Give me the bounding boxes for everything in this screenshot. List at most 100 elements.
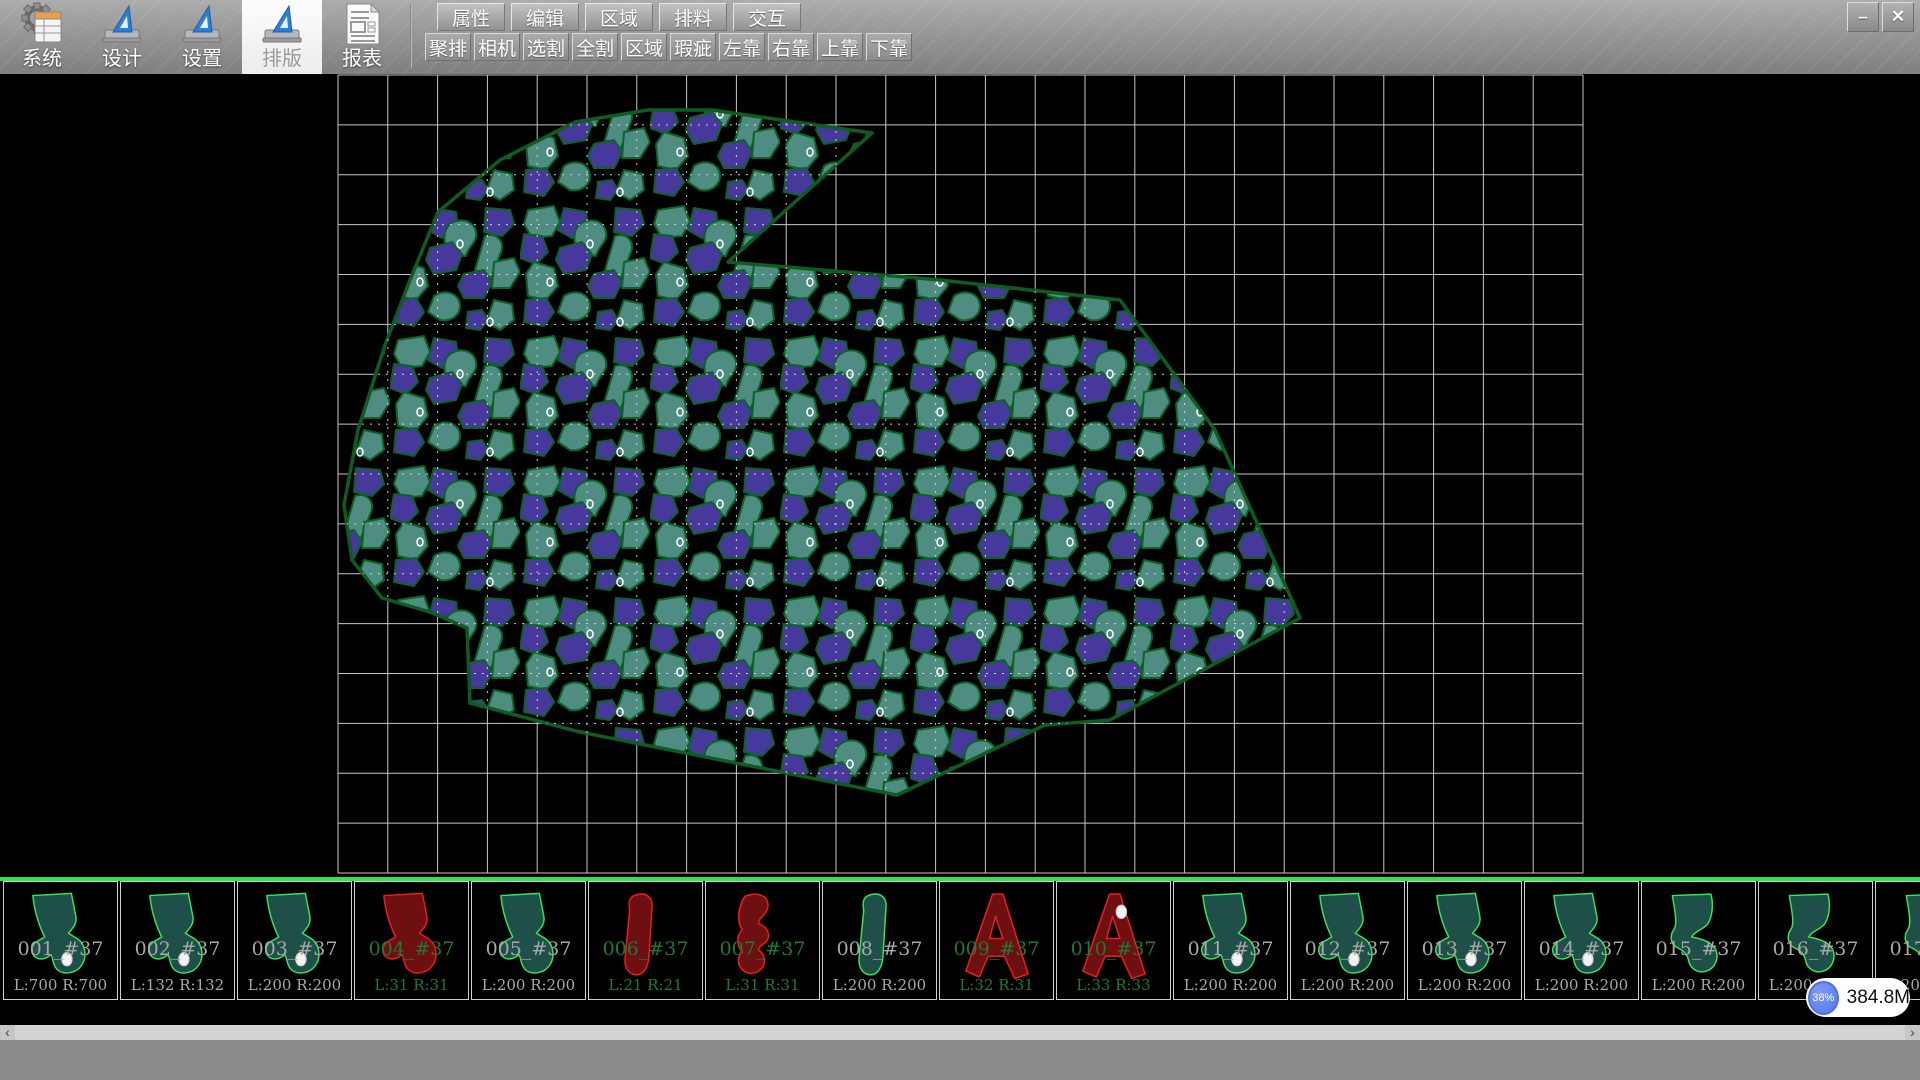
scroll-right-button[interactable]: ›	[1905, 1025, 1920, 1040]
part-outline-ashape	[1077, 890, 1151, 984]
part-id-label: 001_#37	[4, 938, 117, 960]
report-icon	[339, 2, 385, 46]
part-id-label: 014_#37	[1525, 938, 1638, 960]
main-button-design[interactable]: 设计	[82, 0, 162, 74]
part-id-label: 012_#37	[1291, 938, 1404, 960]
status-band	[0, 1040, 1920, 1080]
tool-button-cut-all[interactable]: 全割	[572, 33, 618, 61]
ruler-icon	[179, 2, 225, 46]
part-id-label: 016_#37	[1759, 938, 1872, 960]
tool-button-align-bottom[interactable]: 下靠	[866, 33, 912, 61]
part-outline-cblob	[726, 890, 800, 984]
part-id-label: 002_#37	[121, 938, 234, 960]
part-id-label: 006_#37	[589, 938, 702, 960]
main-button-system[interactable]: 系统	[2, 0, 82, 74]
part-thumbnail-002_#37[interactable]: 002_#37 L:132 R:132	[120, 881, 235, 1000]
nesting-canvas[interactable]	[0, 74, 1920, 877]
part-thumbnail-001_#37[interactable]: 001_#37 L:700 R:700	[3, 881, 118, 1000]
part-outline-boot	[1194, 890, 1268, 984]
part-lr-label: L:33 R:33	[1057, 976, 1170, 994]
part-lr-label: L:700 R:700	[4, 976, 117, 994]
part-thumbnail-004_#37[interactable]: 004_#37 L:31 R:31	[354, 881, 469, 1000]
tool-button-defect[interactable]: 瑕疵	[670, 33, 716, 61]
ruler-icon	[99, 2, 145, 46]
part-id-label: 017_#37	[1876, 938, 1920, 960]
menu-tab-properties[interactable]: 属性	[437, 3, 505, 31]
tool-button-row: 聚排相机选割全割区域瑕疵左靠右靠上靠下靠	[425, 33, 912, 61]
toolbar-divider	[410, 4, 412, 68]
menu-tab-nest[interactable]: 排料	[659, 3, 727, 31]
memory-monitor-pill[interactable]: 38% 384.8M	[1806, 978, 1910, 1017]
part-thumbnail-013_#37[interactable]: 013_#37 L:200 R:200	[1407, 881, 1522, 1000]
part-thumbnail-006_#37[interactable]: 006_#37L:21 R:21	[588, 881, 703, 1000]
part-id-label: 010_#37	[1057, 938, 1170, 960]
main-button-nesting[interactable]: 排版	[242, 0, 322, 74]
part-outline-boot	[24, 890, 98, 984]
memory-value: 384.8M	[1847, 987, 1910, 1009]
part-lr-label: L:200 R:200	[472, 976, 585, 994]
menu-tab-region[interactable]: 区域	[585, 3, 653, 31]
part-thumbnail-003_#37[interactable]: 003_#37L:200 R:200	[237, 881, 352, 1000]
part-thumbnail-008_#37[interactable]: 008_#37 L:200 R:200	[822, 881, 937, 1000]
part-id-label: 009_#37	[940, 938, 1053, 960]
part-lr-label: L:200 R:200	[1408, 976, 1521, 994]
menu-tab-interact[interactable]: 交互	[733, 3, 801, 31]
part-id-label: 005_#37	[472, 938, 585, 960]
part-outline-hook	[1896, 890, 1920, 984]
ribbon-toolbar: 系统 设计 设置 排版 报表 属性编辑区域排料交互 聚排相机选割全割区域瑕疵左靠…	[0, 0, 1920, 74]
part-thumbnail-014_#37[interactable]: 014_#37L:200 R:200	[1524, 881, 1639, 1000]
main-button-label-design: 设计	[102, 46, 142, 72]
menu-tab-edit[interactable]: 编辑	[511, 3, 579, 31]
part-outline-tallblob	[609, 890, 683, 984]
minimize-button[interactable]: –	[1847, 2, 1879, 32]
part-lr-label: L:132 R:132	[121, 976, 234, 994]
part-lr-label: L:31 R:31	[706, 976, 819, 994]
tool-button-cluster-nest[interactable]: 聚排	[425, 33, 471, 61]
part-id-label: 004_#37	[355, 938, 468, 960]
part-outline-tallblob	[843, 890, 917, 984]
main-button-label-nesting: 排版	[262, 46, 302, 72]
part-id-label: 003_#37	[238, 938, 351, 960]
main-button-label-system: 系统	[22, 46, 62, 72]
tool-button-align-right[interactable]: 右靠	[768, 33, 814, 61]
part-thumbnail-012_#37[interactable]: 012_#37 L:200 R:200	[1290, 881, 1405, 1000]
strip-scrollbar[interactable]: ‹ ›	[0, 1025, 1920, 1040]
part-thumbnail-015_#37[interactable]: 015_#37L:200 R:200	[1641, 881, 1756, 1000]
part-lr-label: L:200 R:200	[823, 976, 936, 994]
hide-layout-view	[0, 74, 1920, 877]
main-button-label-report: 报表	[342, 46, 382, 72]
part-outline-hook	[1779, 890, 1853, 984]
part-outline-boot	[1311, 890, 1385, 984]
part-id-label: 008_#37	[823, 938, 936, 960]
tool-button-zone[interactable]: 区域	[621, 33, 667, 61]
window-controls: – ✕	[1847, 2, 1914, 32]
part-thumbnail-005_#37[interactable]: 005_#37 L:200 R:200	[471, 881, 586, 1000]
part-lr-label: L:32 R:31	[940, 976, 1053, 994]
part-thumbnail-009_#37[interactable]: 009_#37 L:32 R:31	[939, 881, 1054, 1000]
part-lr-label: L:200 R:200	[1291, 976, 1404, 994]
main-button-settings[interactable]: 设置	[162, 0, 242, 74]
tool-button-camera[interactable]: 相机	[474, 33, 520, 61]
part-lr-label: L:31 R:31	[355, 976, 468, 994]
part-outline-boot	[492, 890, 566, 984]
main-button-report[interactable]: 报表	[322, 0, 402, 74]
menu-tab-row: 属性编辑区域排料交互	[437, 3, 801, 31]
part-lr-label: L:200 R:200	[1174, 976, 1287, 994]
part-thumbnail-011_#37[interactable]: 011_#37 L:200 R:200	[1173, 881, 1288, 1000]
part-id-label: 013_#37	[1408, 938, 1521, 960]
part-id-label: 011_#37	[1174, 938, 1287, 960]
nesting-app-window: 系统 设计 设置 排版 报表 属性编辑区域排料交互 聚排相机选割全割区域瑕疵左靠…	[0, 0, 1920, 1080]
tool-button-select-cut[interactable]: 选割	[523, 33, 569, 61]
part-thumbnail-007_#37[interactable]: 007_#37L:31 R:31	[705, 881, 820, 1000]
parts-thumbnail-strip: 001_#37 L:700 R:700002_#37 L:132 R:132003_…	[0, 881, 1920, 1003]
part-outline-hook	[1662, 890, 1736, 984]
tool-button-align-left[interactable]: 左靠	[719, 33, 765, 61]
part-outline-boot	[1545, 890, 1619, 984]
ruler-icon	[259, 2, 305, 46]
part-lr-label: L:200 R:200	[1642, 976, 1755, 994]
close-button[interactable]: ✕	[1882, 2, 1914, 32]
tool-button-align-top[interactable]: 上靠	[817, 33, 863, 61]
part-outline-boot	[1428, 890, 1502, 984]
scroll-left-button[interactable]: ‹	[0, 1025, 15, 1040]
part-thumbnail-010_#37[interactable]: 010_#37 L:33 R:33	[1056, 881, 1171, 1000]
